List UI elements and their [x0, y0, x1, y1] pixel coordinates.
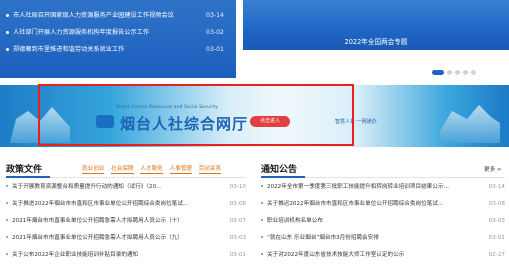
bullet-icon [261, 236, 263, 238]
top-news-item[interactable]: 市人社局召开国家级人力资源服务产业园建设工作视频会议 03-14 [6, 10, 230, 22]
bullet-icon [6, 14, 9, 17]
tab-talent[interactable]: 人才服务 [140, 166, 163, 174]
bullet-icon [261, 253, 263, 255]
section-divider [261, 176, 505, 178]
list-item[interactable]: 关于公布2022年企业职业技能培训补贴目录的通知 03-01 [6, 249, 246, 261]
tab-labor-relations[interactable]: 劳动关系 [198, 166, 222, 174]
bullet-icon [6, 253, 8, 255]
tab-social-security[interactable]: 社会保障 [111, 166, 134, 174]
carousel-dots[interactable] [432, 60, 479, 75]
bullet-icon [6, 219, 8, 221]
policy-tabs: 就业创业 社会保障 人才服务 人事管理 劳动关系 [82, 164, 226, 174]
policy-section-title: 政策文件 [6, 165, 43, 175]
list-item[interactable]: 2021年烟台市市直事业单位公开招聘急需人才拟聘用人员公示（九） 03-03 [6, 232, 246, 244]
top-news-item[interactable]: 人社部门开展人力资源服务机构年度报告公示工作 03-02 [6, 27, 230, 39]
highlight-box [38, 84, 354, 146]
more-link[interactable]: 更多 > [484, 165, 502, 173]
list-item[interactable]: 关于对2022年度山东省技术技能大师工作室认定的公示 02-27 [261, 249, 505, 261]
list-item[interactable]: “就在山东 乐业烟台”烟台市3月份招聘会安排 03-01 [261, 232, 505, 244]
building-illustration [440, 105, 500, 143]
banner-caption: 2022年全国两会专题 [344, 38, 408, 46]
bullet-icon [6, 202, 8, 204]
bullet-icon [6, 236, 8, 238]
bullet-icon [261, 219, 263, 221]
bullet-icon [6, 31, 9, 34]
list-item[interactable]: 2022年全市第一季度第三批职工技能提升和转岗转业培训项目结果公示… 03-14 [261, 181, 505, 193]
list-item[interactable]: 2021年烟台市市直事业单位公开招聘急需人才拟聘用人员公示（十） 03-07 [6, 215, 246, 227]
carousel-dot[interactable] [455, 70, 460, 75]
carousel-dot[interactable] [463, 70, 468, 75]
top-news-panel: 市人社局召开国家级人力资源服务产业园建设工作视频会议 03-14 人社部门开展人… [0, 0, 236, 78]
top-news-item[interactable]: 郑德雁到市里推进和谐劳动关系就业工作 03-01 [6, 44, 230, 56]
bullet-icon [6, 185, 8, 187]
top-banner-image[interactable]: 2022年全国两会专题 [243, 0, 509, 50]
carousel-dot-active[interactable] [432, 70, 444, 75]
bullet-icon [261, 185, 263, 187]
carousel-dot[interactable] [447, 70, 452, 75]
list-item[interactable]: 关于推迟2022年烟台市市直和区市事业单位公开招聘综合类岗位笔试… 03-08 [261, 198, 505, 210]
tab-personnel[interactable]: 人事管理 [169, 166, 192, 174]
tab-employment[interactable]: 就业创业 [82, 166, 105, 174]
list-item[interactable]: 关于推进2022年烟台市市直和区市事业单位公开招聘综合类岗位笔试… 03-08 [6, 198, 246, 210]
list-item[interactable]: 关于开展教育资源整合和质量提升行动的通知（试行》（20… 03-10 [6, 181, 246, 193]
section-divider [6, 176, 246, 178]
list-item[interactable]: 职业培训机构名单公布 03-03 [261, 215, 505, 227]
carousel-dot[interactable] [471, 70, 476, 75]
bullet-icon [261, 202, 263, 204]
bullet-icon [6, 48, 9, 51]
notice-section-title: 通知公告 [261, 165, 298, 175]
